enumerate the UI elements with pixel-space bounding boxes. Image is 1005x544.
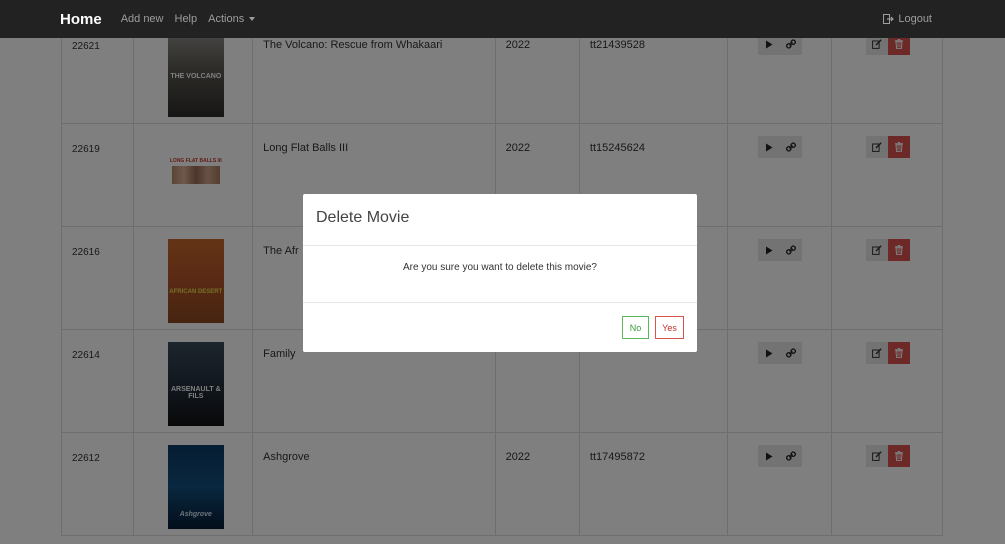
nav-actions-dropdown[interactable]: Actions <box>208 13 256 25</box>
brand-home-link[interactable]: Home <box>60 11 102 28</box>
modal-header: Delete Movie <box>303 194 697 246</box>
modal-footer: No Yes <box>303 303 697 352</box>
nav-add-new-link[interactable]: Add new <box>121 13 164 25</box>
navbar-inner: Home Add new Help Actions Logout <box>60 0 932 38</box>
nav-actions-label: Actions <box>208 13 245 25</box>
modal-message: Are you sure you want to delete this mov… <box>403 262 597 273</box>
sign-out-icon <box>883 14 895 24</box>
no-button[interactable]: No <box>622 316 649 339</box>
delete-movie-dialog: Delete Movie Are you sure you want to de… <box>303 194 697 352</box>
caret-down-icon <box>249 17 256 21</box>
modal-body: Are you sure you want to delete this mov… <box>303 246 697 303</box>
navbar: Home Add new Help Actions Logout <box>0 0 1005 38</box>
modal-title: Delete Movie <box>316 209 410 226</box>
yes-button[interactable]: Yes <box>655 316 684 339</box>
logout-label: Logout <box>898 13 932 25</box>
logout-link[interactable]: Logout <box>883 13 932 25</box>
nav-help-link[interactable]: Help <box>175 13 198 25</box>
